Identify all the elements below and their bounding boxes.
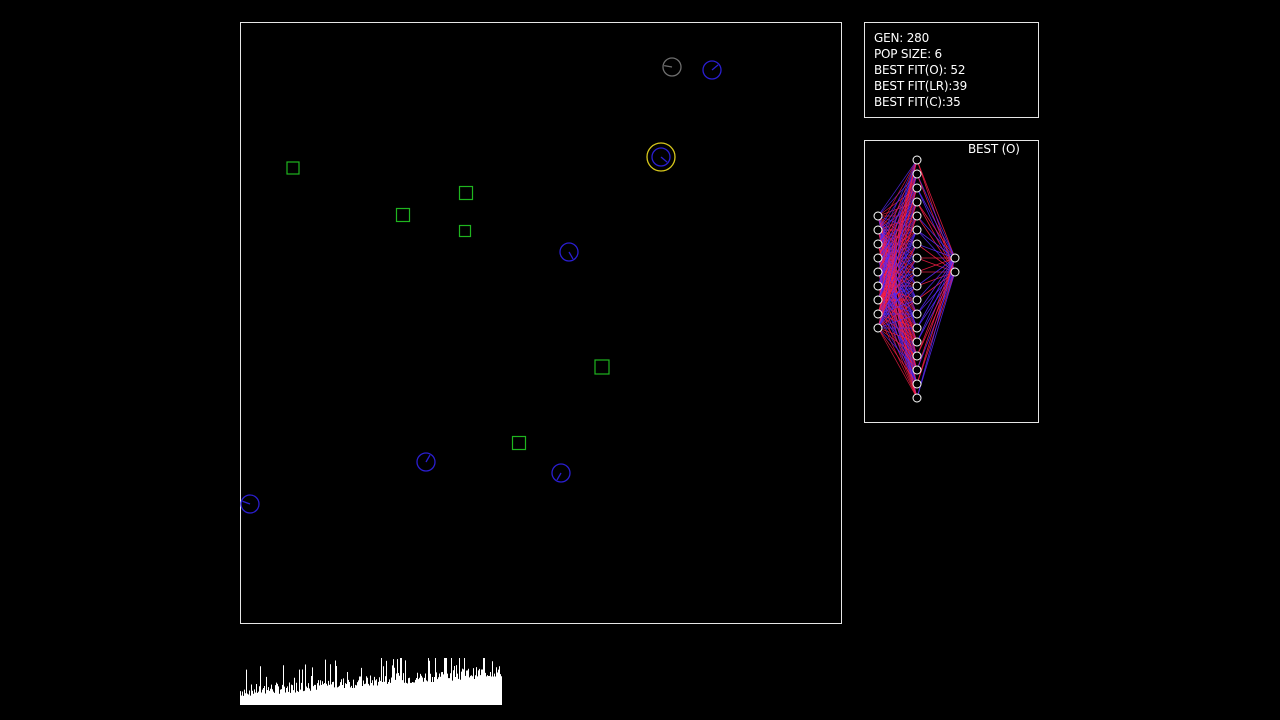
connection bbox=[916, 187, 956, 259]
inactive-agent bbox=[662, 57, 682, 77]
food-item bbox=[511, 435, 527, 451]
input-node bbox=[873, 309, 883, 319]
hidden-node bbox=[912, 155, 922, 165]
agent bbox=[416, 452, 436, 472]
hidden-node bbox=[912, 211, 922, 221]
agent-layer bbox=[240, 57, 722, 514]
input-node bbox=[873, 239, 883, 249]
network-connections bbox=[877, 159, 956, 399]
hidden-node bbox=[912, 379, 922, 389]
best-fit-o-label: BEST FIT(O): 52 bbox=[874, 63, 966, 77]
best-agent bbox=[646, 142, 676, 172]
hidden-node bbox=[912, 169, 922, 179]
agent-heading bbox=[664, 64, 673, 68]
generation-label: GEN: 280 bbox=[874, 31, 930, 45]
agent-heading bbox=[556, 472, 562, 481]
population-size-label: POP SIZE: 6 bbox=[874, 47, 942, 61]
hidden-node bbox=[912, 267, 922, 277]
connection bbox=[916, 257, 956, 329]
connection bbox=[916, 173, 956, 259]
fitness-history-graph bbox=[240, 658, 502, 705]
agent bbox=[702, 60, 722, 80]
hidden-node bbox=[912, 337, 922, 347]
agent bbox=[240, 494, 260, 514]
agent-heading bbox=[660, 156, 668, 163]
food-item bbox=[458, 185, 474, 201]
connection bbox=[916, 257, 956, 357]
agent bbox=[559, 242, 579, 262]
hidden-node bbox=[912, 309, 922, 319]
best-fit-lr-label: BEST FIT(LR):39 bbox=[874, 79, 968, 93]
best-fit-c-label: BEST FIT(C):35 bbox=[874, 95, 961, 109]
agent-heading bbox=[568, 251, 574, 260]
hidden-node bbox=[912, 393, 922, 403]
hidden-node bbox=[912, 197, 922, 207]
agent-heading bbox=[711, 64, 719, 71]
connection bbox=[916, 201, 956, 259]
output-node bbox=[950, 253, 960, 263]
agent-heading bbox=[242, 500, 251, 505]
hidden-node bbox=[912, 253, 922, 263]
connection bbox=[916, 257, 956, 385]
input-node bbox=[873, 253, 883, 263]
input-node bbox=[873, 267, 883, 277]
simulation-screen: GEN: 280 POP SIZE: 6 BEST FIT(O): 52 BES… bbox=[0, 0, 1280, 720]
hidden-node bbox=[912, 295, 922, 305]
hidden-node bbox=[912, 239, 922, 249]
hidden-node bbox=[912, 225, 922, 235]
neural-network-diagram bbox=[873, 155, 960, 403]
food-item bbox=[395, 207, 411, 223]
input-node bbox=[873, 211, 883, 221]
input-node bbox=[873, 225, 883, 235]
hidden-node bbox=[912, 351, 922, 361]
agent-heading bbox=[425, 454, 431, 463]
connection bbox=[916, 257, 956, 371]
hidden-node bbox=[912, 281, 922, 291]
hidden-node bbox=[912, 183, 922, 193]
input-node bbox=[873, 295, 883, 305]
connection bbox=[916, 271, 956, 399]
hidden-node bbox=[912, 365, 922, 375]
agent bbox=[551, 463, 571, 483]
food-item bbox=[286, 161, 300, 175]
neural-network-panel: BEST (O) bbox=[864, 140, 1039, 423]
food-item bbox=[594, 359, 610, 375]
output-node bbox=[950, 267, 960, 277]
stats-panel: GEN: 280 POP SIZE: 6 BEST FIT(O): 52 BES… bbox=[864, 22, 1039, 118]
hidden-node bbox=[912, 323, 922, 333]
world-canvas bbox=[240, 57, 722, 705]
input-node bbox=[873, 281, 883, 291]
food-item bbox=[458, 224, 472, 238]
connection bbox=[877, 159, 918, 287]
input-node bbox=[873, 323, 883, 333]
food-layer bbox=[286, 161, 610, 451]
